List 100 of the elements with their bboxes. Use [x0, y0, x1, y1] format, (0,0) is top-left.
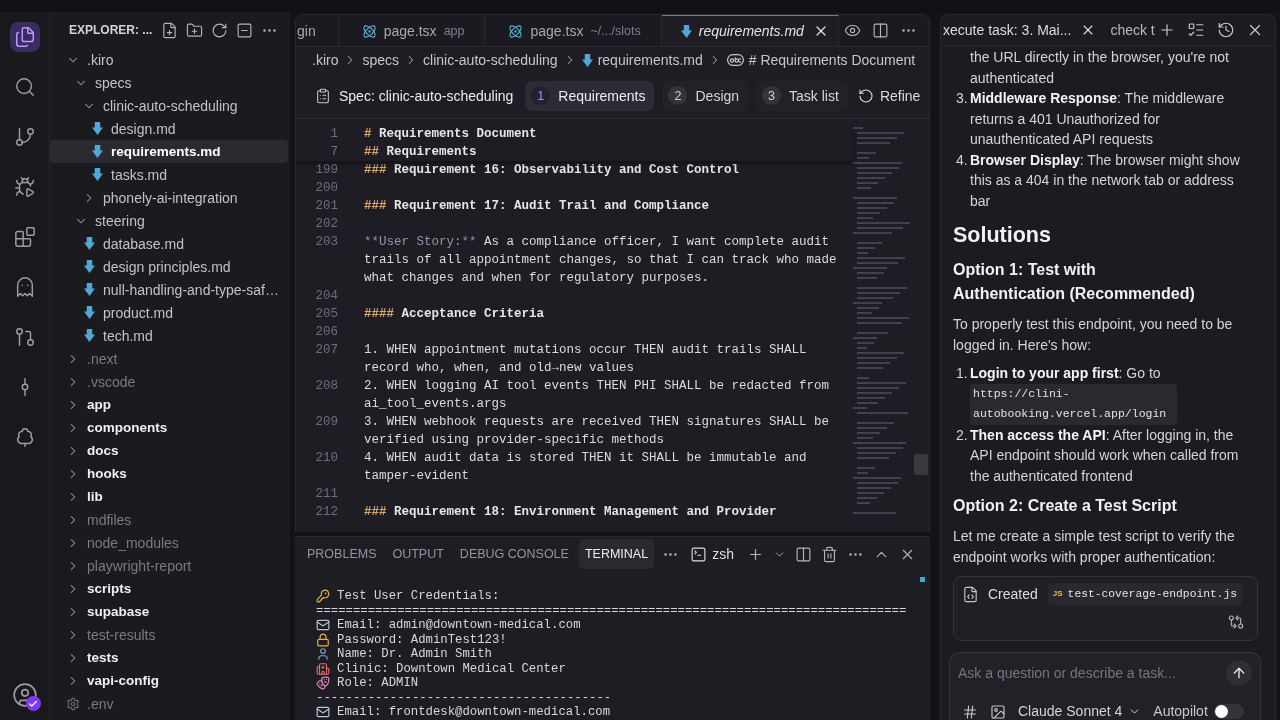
history-icon[interactable]	[1216, 21, 1235, 39]
atom-icon	[508, 23, 524, 39]
model-selector[interactable]: Claude Sonnet 4	[1018, 701, 1142, 720]
chat-input[interactable]: Ask a question or describe a task...	[958, 662, 1220, 684]
breadcrumb-item[interactable]: clinic-auto-scheduling	[423, 52, 558, 68]
arrow-down-icon	[91, 168, 103, 181]
folder-item[interactable]: lib	[50, 485, 288, 508]
folder-item[interactable]: node_modules	[50, 531, 288, 554]
list-number: 3.	[955, 89, 969, 108]
editor-tab[interactable]: page.tsx app	[338, 15, 486, 46]
gear-icon	[66, 696, 80, 711]
folder-item[interactable]: steering	[50, 209, 288, 232]
file-item[interactable]: requirements.md	[50, 140, 288, 163]
panel-tab[interactable]: DEBUG CONSOLE	[453, 539, 575, 569]
code-line: 3. WHEN webhook requests are received THEN signatures SHALL be verified using provider-specific methods	[364, 414, 831, 449]
line-number: 211	[314, 486, 338, 503]
file-item[interactable]: design.md	[50, 117, 288, 140]
paragraph: To properly test this endpoint, you need to be logged in. Here's how:	[953, 315, 1234, 355]
breadcrumb-item[interactable]: .kiro	[312, 52, 339, 68]
file-item[interactable]: tasks.md	[50, 163, 288, 186]
folder-item[interactable]: phonely-ai-integration	[50, 186, 288, 209]
line-number: 7	[329, 144, 338, 161]
folder-item[interactable]: mdfiles	[50, 508, 288, 531]
section-heading: Solutions	[953, 222, 1052, 248]
arrow-down-icon	[680, 24, 692, 38]
breadcrumb-item[interactable]: # Requirements Document	[726, 52, 916, 68]
step-tab[interactable]: 1 Requirements	[525, 80, 655, 111]
branch-icon	[13, 126, 36, 148]
chat-input-box[interactable]: Ask a question or describe a task... Claude Sonnet 4 Autopilot	[949, 652, 1261, 720]
list-item-text: Middleware Response: The middleware returns a 401 Unauthorized for unauthenticated API requests	[970, 90, 1225, 147]
square-minus-icon[interactable]	[236, 21, 253, 39]
folder-item[interactable]: .vscode	[50, 370, 288, 393]
folder-item[interactable]: app	[50, 393, 288, 416]
file-code-icon	[962, 585, 979, 603]
search-icon	[13, 76, 36, 98]
breadcrumb-item[interactable]: specs	[362, 52, 400, 68]
folder-item[interactable]: components	[50, 416, 288, 439]
line-number: 203	[314, 234, 338, 251]
file-chip[interactable]: JS test-coverage-endpoint.js	[1047, 583, 1243, 605]
terminal-line: Role: ADMIN	[337, 676, 419, 691]
columns-icon[interactable]	[872, 22, 889, 39]
folder-item[interactable]: .kiro	[50, 48, 288, 71]
clipboard-icon	[315, 87, 331, 104]
folder-item[interactable]: hooks	[50, 462, 288, 485]
trash-icon[interactable]	[821, 545, 838, 563]
chat-tab[interactable]: xecute task: 3. Mai...	[943, 22, 1097, 38]
folder-item[interactable]: scripts	[50, 577, 288, 600]
file-item[interactable]: null-handling-and-type-saf…	[50, 278, 288, 301]
folder-item[interactable]: supabase	[50, 600, 288, 623]
autopilot-toggle[interactable]	[1213, 704, 1244, 719]
breadcrumb-item[interactable]: requirements.md	[581, 52, 703, 68]
panel-tab[interactable]: TERMINAL	[578, 539, 655, 569]
list-number: 4.	[955, 150, 969, 170]
key-icon	[316, 589, 330, 604]
editor-tab[interactable]: gin	[296, 15, 339, 46]
scrollbar-thumb[interactable]	[913, 454, 928, 475]
list-number: 1.	[955, 364, 969, 383]
file-item[interactable]: tech.md	[50, 324, 288, 347]
terminal-line: ================================================================================	[316, 603, 907, 618]
autopilot-label: Autopilot	[1153, 702, 1208, 720]
refine-button[interactable]: Refine	[857, 87, 921, 104]
chat-tab[interactable]: check t	[1110, 22, 1155, 38]
line-number: 1	[329, 126, 338, 143]
folder-item[interactable]: .next	[50, 347, 288, 370]
editor-tab[interactable]: page.tsx ~/.../slots	[485, 15, 662, 46]
file-item[interactable]: product.md	[50, 301, 288, 324]
masks-icon	[316, 676, 330, 691]
folder-plus-icon[interactable]	[186, 21, 203, 39]
hash-icon[interactable]	[962, 703, 978, 720]
folder-item[interactable]: docs	[50, 439, 288, 462]
step-tab[interactable]: 3 Task list	[756, 80, 848, 111]
folder-item[interactable]: test-results	[50, 623, 288, 646]
folder-item[interactable]: playwright-report	[50, 554, 288, 577]
folder-item[interactable]: vapi-config	[50, 669, 288, 692]
eye-icon[interactable]	[844, 22, 861, 39]
file-plus-icon[interactable]	[161, 21, 178, 39]
file-item[interactable]: design principles.md	[50, 255, 288, 278]
circular-arrow-icon[interactable]	[211, 21, 228, 39]
image-icon[interactable]	[990, 703, 1006, 720]
file-item[interactable]: .env	[50, 692, 288, 715]
panel-tab[interactable]: OUTPUT	[386, 539, 450, 569]
panel-tab[interactable]: PROBLEMS	[301, 539, 383, 569]
editor-tab[interactable]: requirements.md	[661, 15, 839, 46]
shell-selector[interactable]: zsh	[690, 545, 734, 563]
columns-icon[interactable]	[795, 545, 812, 563]
compare-arrows-icon[interactable]	[1228, 614, 1244, 630]
envelope-icon	[316, 705, 330, 720]
list-item-text: Then access the API: After logging in, the API endpoint should work when called from the authenticated frontend	[970, 426, 1239, 484]
folder-item[interactable]: specs	[50, 71, 288, 94]
activity-button[interactable]	[9, 22, 40, 52]
code-line: ### Requirement 18: Environment Management and Provider	[364, 504, 777, 521]
send-button[interactable]	[1226, 660, 1252, 686]
file-item[interactable]: database.md	[50, 232, 288, 255]
folder-item[interactable]: clinic-auto-scheduling	[50, 94, 288, 117]
step-tab[interactable]: 2 Design	[662, 80, 749, 111]
bug-play-icon	[13, 176, 36, 198]
checklist-icon[interactable]	[1187, 21, 1205, 39]
folder-item[interactable]: tests	[50, 646, 288, 669]
line-number: 207	[314, 342, 338, 359]
terminal-line: Password: AdminTest123!	[337, 632, 507, 647]
